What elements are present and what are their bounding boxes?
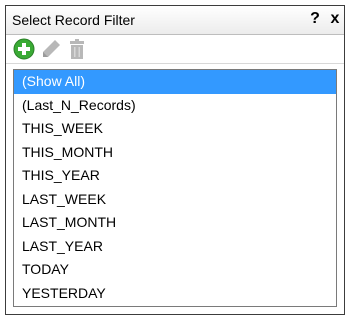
delete-filter-button[interactable] [66,38,88,60]
toolbar [6,35,344,64]
list-item[interactable]: THIS_WEEK [14,117,336,141]
edit-filter-button[interactable] [40,38,62,60]
list-item[interactable]: (Show All) [14,70,336,94]
list-item[interactable]: LAST_YEAR [14,235,336,259]
close-button[interactable]: x [326,9,344,29]
panel-title: Select Record Filter [12,12,135,28]
list-item[interactable]: YESTERDAY [14,282,336,306]
trash-icon [70,39,84,59]
list-item[interactable]: LAST_MONTH [14,211,336,235]
list-item[interactable]: THIS_MONTH [14,141,336,165]
select-record-filter-panel: Select Record Filter ? x (Show All) (Las… [5,5,345,315]
list-item[interactable]: (Last_N_Records) [14,94,336,118]
add-circle-icon [13,38,35,60]
list-item[interactable]: THIS_YEAR [14,164,336,188]
list-item[interactable]: TODAY [14,258,336,282]
title-bar: Select Record Filter ? x [6,6,344,35]
filter-list[interactable]: (Show All) (Last_N_Records) THIS_WEEK TH… [13,69,337,307]
help-button[interactable]: ? [306,9,324,29]
pencil-icon [43,40,60,57]
list-item[interactable]: LAST_WEEK [14,188,336,212]
add-filter-button[interactable] [13,38,35,60]
